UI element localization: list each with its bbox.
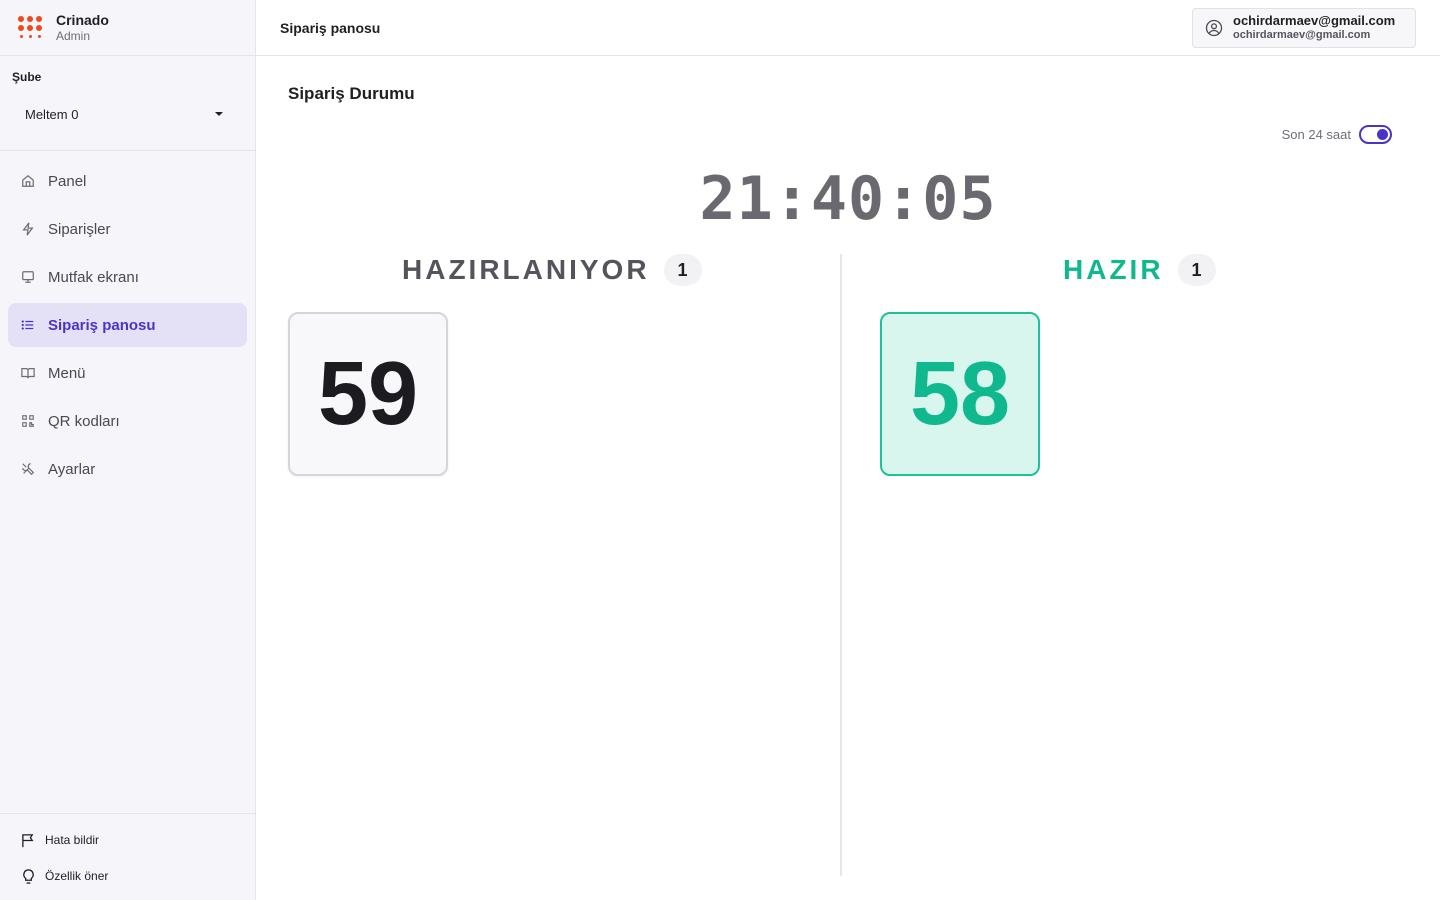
column-divider	[840, 254, 842, 876]
bolt-icon	[20, 221, 36, 237]
main-area: Sipariş panosu ochirdarmaev@gmail.com oc…	[256, 0, 1440, 900]
sidebar-item-menu[interactable]: Menü	[8, 351, 247, 395]
section-title: Sipariş Durumu	[288, 84, 415, 103]
report-bug-label: Hata bildir	[45, 833, 100, 847]
tools-icon	[20, 461, 36, 477]
ready-title: HAZIR	[1063, 254, 1164, 285]
brand-name: Crinado	[56, 11, 109, 28]
sidebar: Crinado Admin Şube Meltem 0 Panel Sipari…	[0, 0, 256, 900]
branch-label: Şube	[12, 70, 42, 84]
branch-selected-value: Meltem 0	[25, 106, 79, 122]
user-circle-icon	[1205, 19, 1223, 37]
preparing-order-card[interactable]: 59	[288, 312, 448, 476]
ready-order-card[interactable]: 58	[880, 312, 1040, 476]
sidebar-item-label: Ayarlar	[48, 460, 96, 478]
sidebar-item-siparisler[interactable]: Siparişler	[8, 207, 247, 251]
sidebar-item-ayarlar[interactable]: Ayarlar	[8, 447, 247, 491]
sidebar-item-panel[interactable]: Panel	[8, 159, 247, 203]
brand-role: Admin	[56, 28, 91, 43]
branch-select[interactable]: Meltem 0	[12, 104, 243, 124]
ready-column-header: HAZIR 1	[1063, 254, 1216, 286]
sidebar-item-label: Siparişler	[48, 220, 111, 238]
last-24h-toggle-group: Son 24 saat	[1282, 125, 1392, 144]
sidebar-item-label: Menü	[48, 364, 86, 382]
app-root: Crinado Admin Şube Meltem 0 Panel Sipari…	[0, 0, 1440, 900]
sidebar-footer: Hata bildir Özellik öner	[0, 813, 255, 900]
clock-display: 21:40:05	[699, 164, 997, 234]
user-email: ochirdarmaev@gmail.com	[1233, 12, 1396, 28]
preparing-count-badge: 1	[663, 254, 702, 286]
caret-down-icon	[215, 112, 223, 116]
topbar: Sipariş panosu ochirdarmaev@gmail.com oc…	[256, 0, 1440, 56]
list-icon	[20, 317, 36, 333]
monitor-icon	[20, 269, 36, 285]
page-title: Sipariş panosu	[280, 19, 381, 36]
flag-icon	[20, 832, 36, 848]
order-board: Sipariş Durumu Son 24 saat 21:40:05 HAZI…	[256, 56, 1440, 900]
home-icon	[20, 173, 36, 189]
ready-count-badge: 1	[1177, 254, 1216, 286]
qr-icon	[20, 413, 36, 429]
book-icon	[20, 365, 36, 381]
sidebar-item-siparis-panosu[interactable]: Sipariş panosu	[8, 303, 247, 347]
sidebar-item-label: QR kodları	[48, 412, 120, 430]
sidebar-item-qr-kodlari[interactable]: QR kodları	[8, 399, 247, 443]
brand[interactable]: Crinado Admin	[0, 0, 255, 56]
toggle-knob	[1377, 129, 1388, 140]
suggest-feature-link[interactable]: Özellik öner	[0, 858, 255, 894]
last-24h-toggle[interactable]	[1359, 125, 1392, 144]
user-menu-button[interactable]: ochirdarmaev@gmail.com ochirdarmaev@gmai…	[1192, 7, 1416, 48]
sidebar-item-label: Mutfak ekranı	[48, 268, 139, 286]
sidebar-item-mutfak-ekrani[interactable]: Mutfak ekranı	[8, 255, 247, 299]
sidebar-item-label: Panel	[48, 172, 87, 190]
report-bug-link[interactable]: Hata bildir	[0, 822, 255, 858]
crinado-logo-icon	[18, 15, 44, 40]
suggest-feature-label: Özellik öner	[45, 869, 109, 883]
user-email-secondary: ochirdarmaev@gmail.com	[1233, 28, 1371, 41]
lightbulb-icon	[20, 868, 36, 884]
preparing-title: HAZIRLANIYOR	[402, 254, 650, 285]
branch-section: Şube Meltem 0	[0, 56, 255, 151]
sidebar-nav: Panel Siparişler Mutfak ekranı Sipariş p…	[0, 151, 255, 503]
sidebar-item-label: Sipariş panosu	[48, 316, 156, 334]
preparing-column-header: HAZIRLANIYOR 1	[402, 254, 702, 286]
toggle-label: Son 24 saat	[1281, 127, 1351, 142]
